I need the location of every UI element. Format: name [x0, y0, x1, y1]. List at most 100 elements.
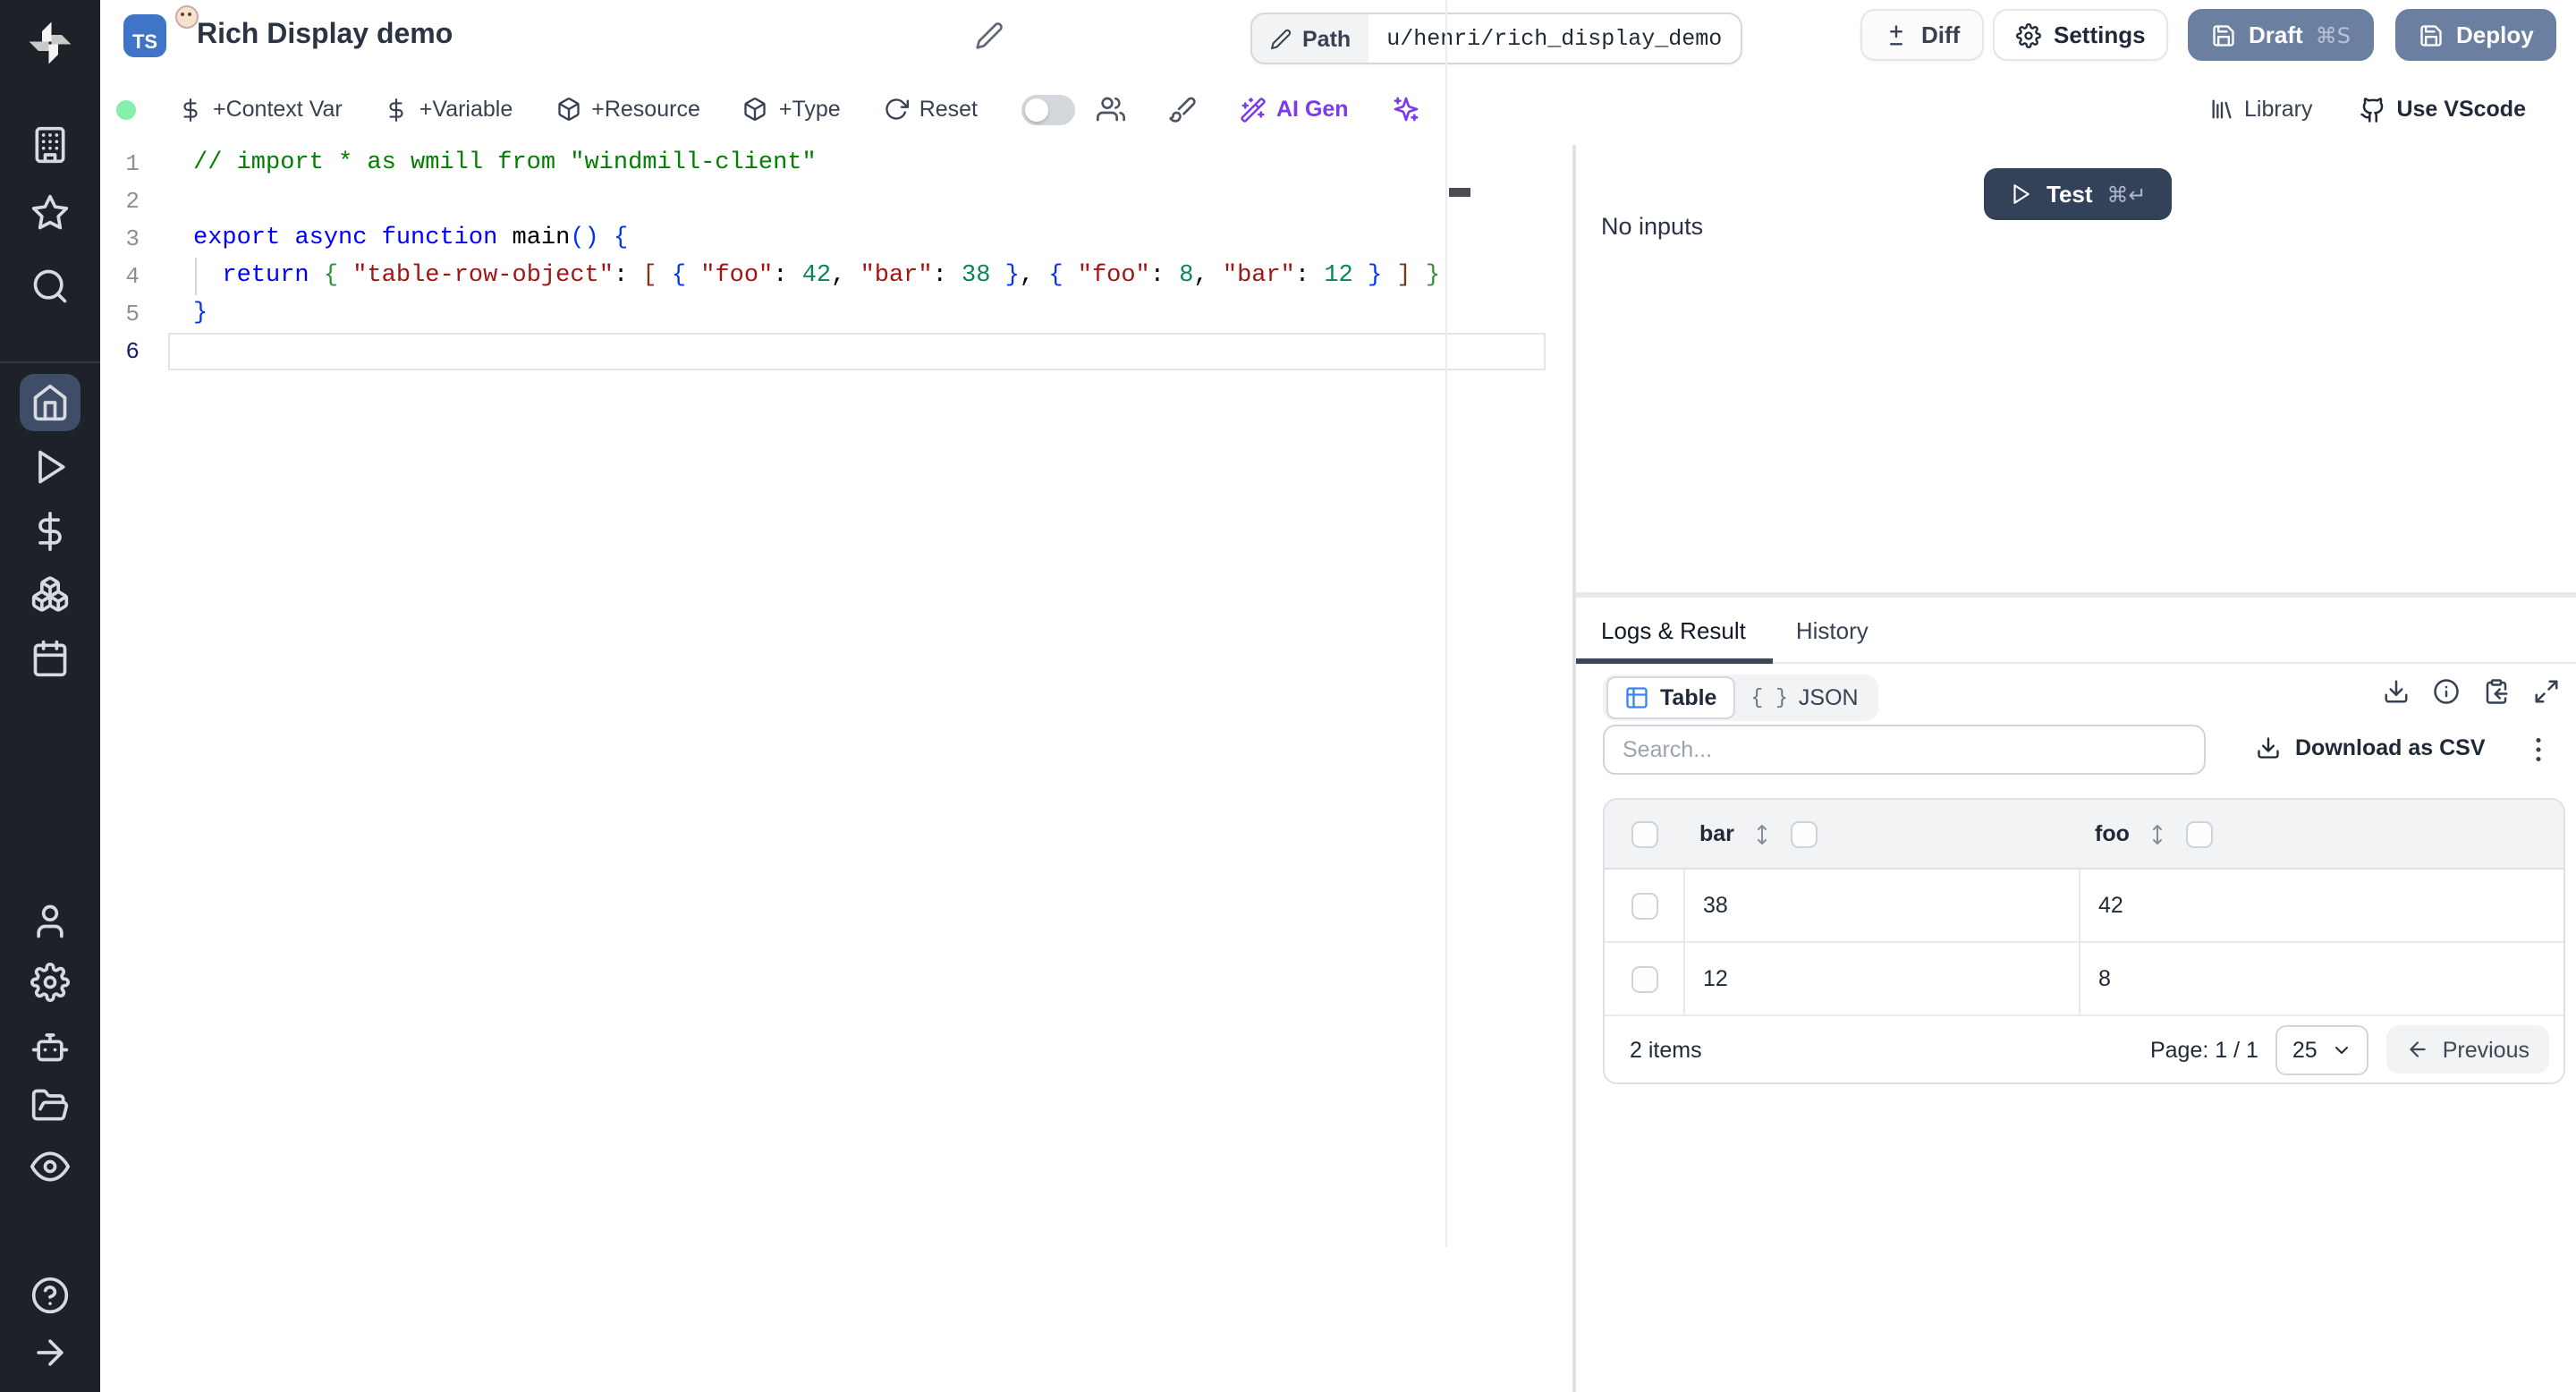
code-line[interactable]	[193, 182, 1538, 220]
editor-toolbar: +Context Var +Variable +Resource +Type R…	[100, 73, 2576, 147]
table-icon	[1626, 687, 1648, 709]
library-icon	[2211, 99, 2231, 119]
diff-button[interactable]: Diff	[1860, 9, 1984, 61]
workspace-building-icon[interactable]	[30, 125, 70, 165]
page-indicator: Page: 1 / 1	[2149, 1037, 2258, 1062]
page-title: Rich Display demo	[197, 20, 453, 50]
folders-open-icon[interactable]	[30, 1086, 70, 1125]
column-header-bar: bar	[1685, 820, 2080, 847]
code-line[interactable]: // import * as wmill from "windmill-clie…	[193, 145, 1538, 182]
collab-toggle[interactable]	[1021, 94, 1074, 124]
path-field[interactable]: Path u/henri/rich_display_demo	[1250, 13, 1742, 64]
favorites-star-icon[interactable]	[30, 193, 70, 233]
sparkles-icon[interactable]	[1392, 95, 1420, 123]
expand-icon[interactable]	[2533, 678, 2560, 705]
library-button[interactable]: Library	[2208, 97, 2312, 122]
reset-button[interactable]: Reset	[884, 97, 978, 122]
clipboard-copy-icon[interactable]	[2483, 678, 2510, 705]
settings-button[interactable]: Settings	[1993, 9, 2169, 61]
table-cell: 38	[1685, 870, 2080, 941]
download-icon[interactable]	[2383, 678, 2410, 705]
settings-gear-icon[interactable]	[30, 963, 70, 1002]
run-panel: Test ⌘↵ No inputs	[1576, 145, 2576, 592]
tab-logs-result[interactable]: Logs & Result	[1576, 598, 1771, 662]
runs-play-icon[interactable]	[30, 447, 70, 487]
package-icon	[745, 98, 767, 121]
result-panel: Logs & Result History Table { } JSON Sea…	[1576, 598, 2576, 1392]
search-input[interactable]	[1603, 725, 2206, 775]
windmill-logo-icon[interactable]	[23, 16, 77, 70]
result-view-toggle: Table { } JSON	[1603, 675, 1878, 721]
download-icon	[2258, 737, 2279, 759]
code-line[interactable]: }	[193, 295, 1538, 333]
add-context-var-button[interactable]: +Context Var	[179, 97, 343, 122]
user-icon[interactable]	[30, 902, 70, 941]
table-header: bar foo	[1605, 800, 2563, 870]
code-line[interactable]	[193, 333, 1538, 370]
path-label: Path	[1252, 14, 1369, 63]
variables-dollar-icon[interactable]	[30, 512, 70, 551]
row-select-cell	[1605, 943, 1685, 1014]
editor-right-edge	[1445, 0, 1447, 1247]
table-cell: 12	[1685, 943, 2080, 1014]
info-icon[interactable]	[2433, 678, 2460, 705]
ai-gen-button[interactable]: AI Gen	[1239, 96, 1349, 123]
app-window: TS Rich Display demo Path u/henri/rich_d…	[0, 0, 2576, 1392]
status-dot	[116, 99, 136, 119]
header-select-cell	[1605, 820, 1685, 847]
result-table-body: 38 42 12 8	[1605, 870, 2563, 1016]
search-icon[interactable]	[30, 267, 70, 306]
sort-icon[interactable]	[1752, 822, 1774, 845]
tab-history[interactable]: History	[1771, 598, 1894, 662]
edit-title-pencil-icon[interactable]	[975, 21, 1004, 50]
code-editor[interactable]: 123456 // import * as wmill from "windmi…	[100, 145, 1574, 1392]
column-checkbox[interactable]	[1791, 820, 1818, 847]
workers-robot-icon[interactable]	[30, 1025, 70, 1065]
table-footer: 2 items Page: 1 / 1 25 Previous	[1605, 1016, 2563, 1082]
help-circle-icon[interactable]	[30, 1276, 70, 1315]
format-brush-icon[interactable]	[1167, 95, 1196, 123]
page-size-select[interactable]: 25	[2275, 1024, 2369, 1074]
code-line[interactable]: export async function main() {	[193, 220, 1538, 258]
add-resource-button[interactable]: +Resource	[555, 97, 700, 122]
download-csv-button[interactable]: Download as CSV	[2256, 735, 2486, 760]
diff-icon	[1890, 24, 1902, 45]
path-pencil-icon	[1271, 28, 1292, 48]
editor-code[interactable]: // import * as wmill from "windmill-clie…	[193, 145, 1538, 370]
editor-gutter: 123456	[125, 150, 140, 365]
audit-eye-icon[interactable]	[30, 1147, 70, 1186]
draft-button[interactable]: Draft ⌘S	[2188, 9, 2374, 61]
schedules-calendar-icon[interactable]	[30, 639, 70, 678]
dollar-icon	[390, 98, 404, 121]
deploy-button[interactable]: Deploy	[2395, 9, 2557, 61]
home-icon[interactable]	[30, 383, 70, 422]
add-variable-button[interactable]: +Variable	[386, 97, 513, 122]
previous-page-button[interactable]: Previous	[2386, 1025, 2549, 1074]
select-all-checkbox[interactable]	[1631, 820, 1658, 847]
row-checkbox[interactable]	[1631, 965, 1657, 992]
magic-wand-icon	[1240, 97, 1265, 122]
row-checkbox[interactable]	[1631, 892, 1657, 919]
resources-boxes-icon[interactable]	[30, 574, 70, 614]
result-table: bar foo 38 42 12 8 2 items Page: 1 / 1 2…	[1603, 798, 2565, 1084]
table-row[interactable]: 12 8	[1605, 943, 2563, 1016]
add-type-button[interactable]: +Type	[743, 97, 841, 122]
dollar-icon	[183, 98, 198, 121]
play-icon	[2013, 184, 2029, 204]
chevron-down-icon	[2335, 1046, 2349, 1053]
more-options-kebab[interactable]	[2522, 734, 2555, 766]
row-select-cell	[1605, 870, 1685, 941]
column-checkbox[interactable]	[2186, 820, 2214, 847]
view-json-button[interactable]: { } JSON	[1734, 678, 1874, 717]
save-icon	[2420, 24, 2442, 46]
arrow-left-icon	[2411, 1041, 2427, 1057]
test-button[interactable]: Test ⌘↵	[1984, 168, 2172, 220]
view-table-button[interactable]: Table	[1606, 676, 1735, 719]
column-header-foo: foo	[2080, 820, 2563, 847]
sort-icon[interactable]	[2148, 822, 2169, 845]
use-vscode-button[interactable]: Use VScode	[2359, 96, 2526, 123]
expand-sidebar-arrow-icon[interactable]	[30, 1333, 70, 1372]
code-line[interactable]: return { "table-row-object": [ { "foo": …	[193, 258, 1538, 295]
test-kbd: ⌘↵	[2106, 182, 2147, 207]
table-row[interactable]: 38 42	[1605, 870, 2563, 943]
